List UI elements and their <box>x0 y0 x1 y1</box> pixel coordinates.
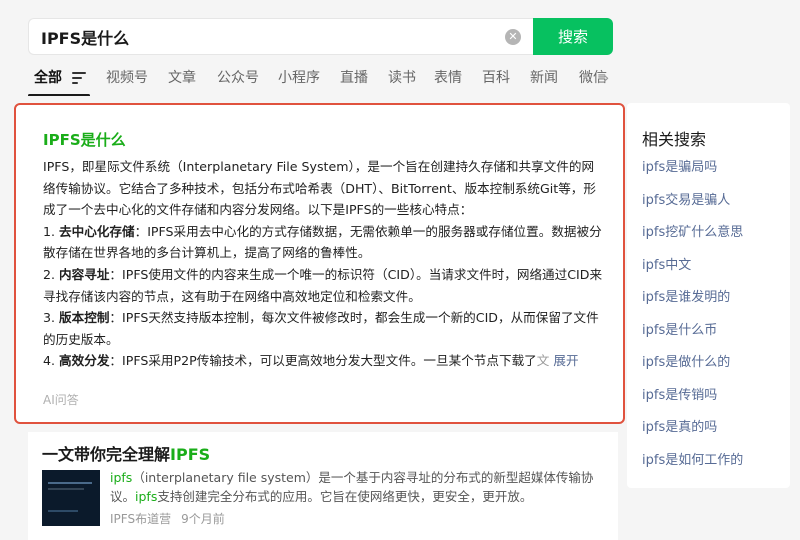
related-item[interactable]: ipfs是真的吗 <box>642 418 743 451</box>
tab-books[interactable]: 读书 <box>388 66 416 96</box>
active-tab-indicator <box>28 94 90 96</box>
article-meta: IPFS布道营 9个月前 <box>110 510 225 527</box>
ai-answer-point: 4. 高效分发：IPFS采用P2P传输技术，可以更高效地分发大型文件。一旦某个节… <box>43 353 579 369</box>
tab-news[interactable]: 新闻 <box>530 66 558 96</box>
tab-mini-programs[interactable]: 小程序 <box>278 66 320 96</box>
related-item[interactable]: ipfs是传销吗 <box>642 386 743 419</box>
tab-official-accounts[interactable]: 公众号 <box>217 66 259 96</box>
related-title: 相关搜索 <box>642 130 707 149</box>
search-button[interactable]: 搜索 <box>533 18 613 55</box>
ai-answer-card: IPFS是什么 IPFS，即星际文件系统（Interplanetary File… <box>14 103 625 424</box>
ai-answer-title[interactable]: IPFS是什么 <box>43 129 126 150</box>
expand-link[interactable]: 展开 <box>553 353 578 368</box>
tab-encyclopedia[interactable]: 百科 <box>482 66 510 96</box>
related-list: ipfs是骗局吗 ipfs交易是骗人 ipfs挖矿什么意思 ipfs中文 ipf… <box>642 158 743 483</box>
top-bar: ✕ 搜索 全部 视频号 文章 公众号 小程序 直播 读书 表情 百科 新闻 微信… <box>0 0 800 100</box>
ai-source-label: AI问答 <box>43 393 79 407</box>
tab-label: 全部 <box>34 70 62 86</box>
ai-answer-intro: IPFS，即星际文件系统（Interplanetary File System）… <box>43 159 596 218</box>
clear-icon[interactable]: ✕ <box>505 29 521 45</box>
ai-answer-point: 1. 去中心化存储：IPFS采用去中心化的方式存储数据，无需依赖单一的服务器或存… <box>43 223 602 261</box>
search-input[interactable] <box>41 19 501 54</box>
filter-icon[interactable] <box>72 72 86 84</box>
tab-stickers[interactable]: 表情 <box>434 66 462 96</box>
related-item[interactable]: ipfs是什么币 <box>642 321 743 354</box>
article-snippet: ipfs（interplanetary file system）是一个基于内容寻… <box>110 470 594 504</box>
related-item[interactable]: ipfs是如何工作的 <box>642 451 743 484</box>
tab-live[interactable]: 直播 <box>340 66 368 96</box>
ai-answer-point: 3. 版本控制：IPFS天然支持版本控制，每次文件被修改时，都会生成一个新的CI… <box>43 310 599 347</box>
related-item[interactable]: ipfs是骗局吗 <box>642 158 743 191</box>
article-result[interactable]: 一文带你完全理解IPFS ipfs（interplanetary file sy… <box>28 432 618 540</box>
related-item[interactable]: ipfs是做什么的 <box>642 353 743 386</box>
related-item[interactable]: ipfs中文 <box>642 256 743 289</box>
tab-channels[interactable]: 视频号 <box>106 66 148 96</box>
article-thumbnail[interactable] <box>42 470 100 526</box>
article-source[interactable]: IPFS布道营 <box>110 512 171 526</box>
ai-answer-body: IPFS，即星际文件系统（Interplanetary File System）… <box>43 156 603 372</box>
related-searches: 相关搜索 ipfs是骗局吗 ipfs交易是骗人 ipfs挖矿什么意思 ipfs中… <box>627 103 790 488</box>
tab-all[interactable]: 全部 <box>34 66 62 96</box>
category-tabs: 全部 视频号 文章 公众号 小程序 直播 读书 表情 百科 新闻 微信 <box>28 66 618 96</box>
article-title[interactable]: 一文带你完全理解IPFS <box>42 441 210 465</box>
article-time: 9个月前 <box>181 512 225 526</box>
related-item[interactable]: ipfs交易是骗人 <box>642 191 743 224</box>
chevron-right-icon[interactable]: › <box>603 68 609 87</box>
search-box[interactable]: ✕ <box>28 18 533 55</box>
ai-answer-point: 2. 内容寻址：IPFS使用文件的内容来生成一个唯一的标识符（CID）。当请求文… <box>43 266 603 304</box>
related-item[interactable]: ipfs挖矿什么意思 <box>642 223 743 256</box>
tab-articles[interactable]: 文章 <box>168 66 196 96</box>
related-item[interactable]: ipfs是谁发明的 <box>642 288 743 321</box>
